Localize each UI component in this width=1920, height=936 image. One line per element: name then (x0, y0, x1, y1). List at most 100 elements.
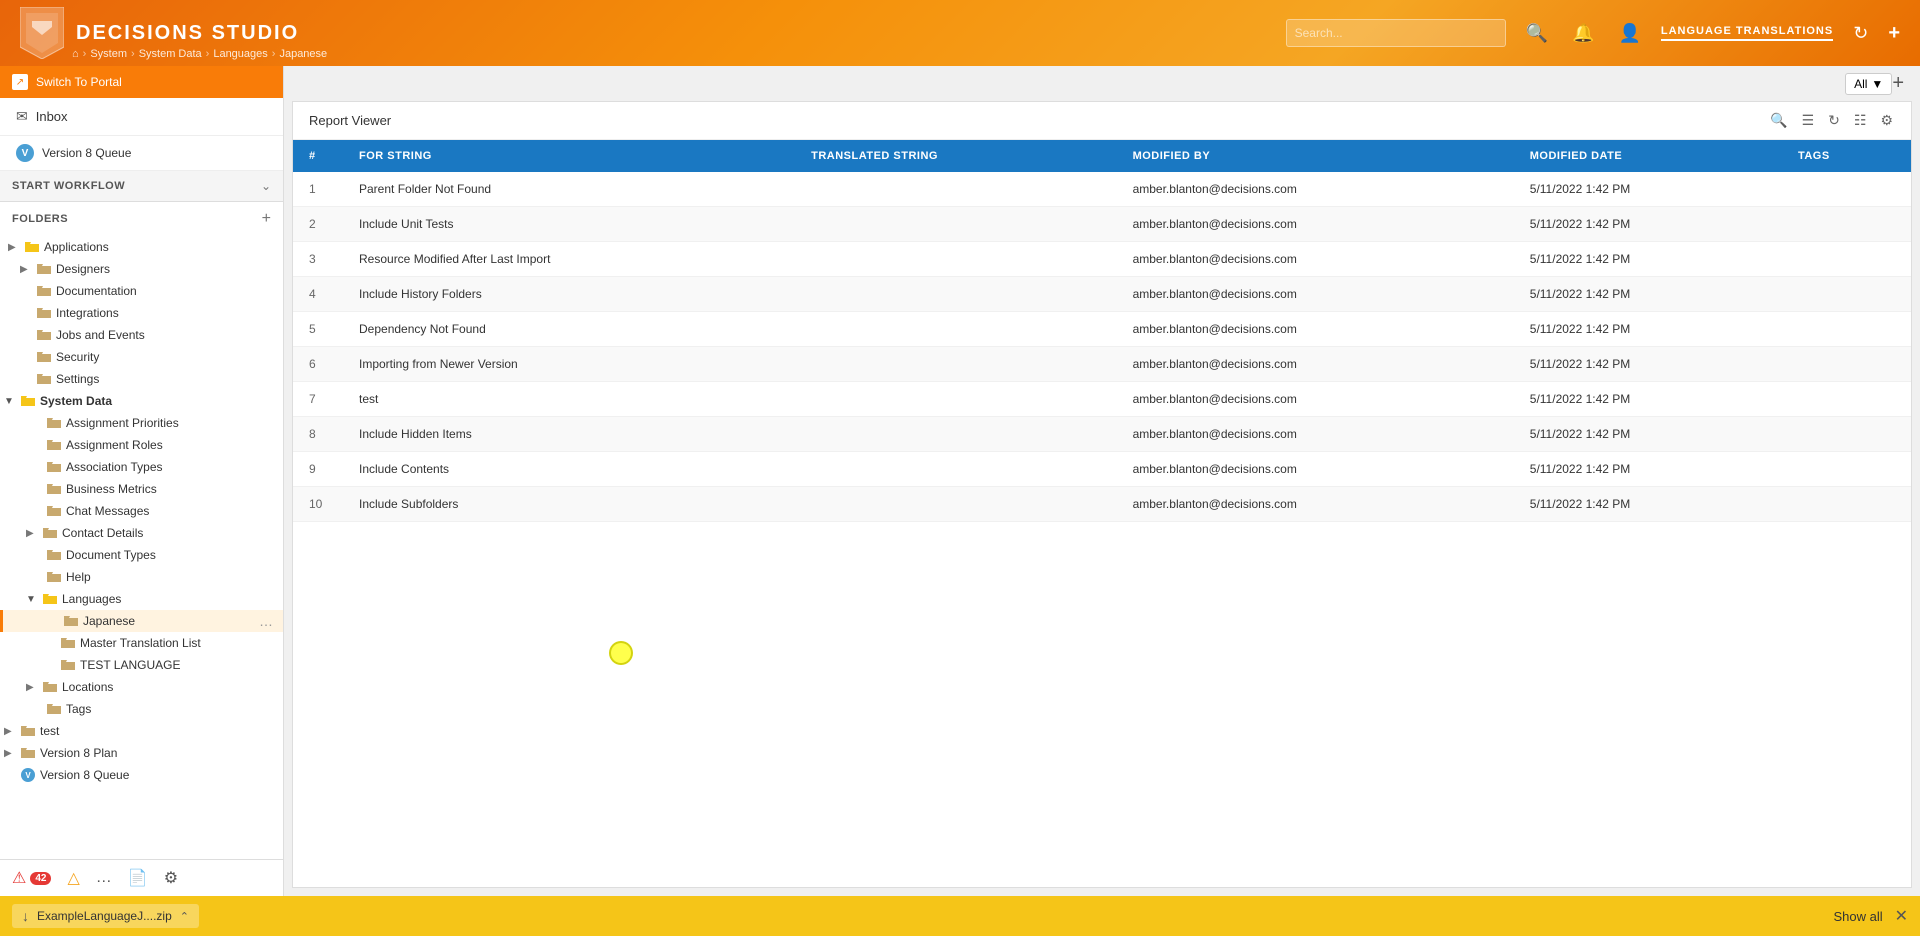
breadcrumb-languages[interactable]: Languages (213, 48, 267, 60)
table-row[interactable]: 3 Resource Modified After Last Import am… (293, 242, 1911, 277)
search-icon-btn[interactable]: 🔍 (1522, 19, 1552, 48)
show-all-button[interactable]: Show all (1833, 909, 1882, 924)
report-header-bar: Report Viewer 🔍 ☰ ↻ ☷ ⚙ (293, 102, 1911, 140)
chevron-down-icon: ▼ (26, 594, 38, 605)
refresh-icon-btn[interactable]: ↻ (1849, 19, 1872, 48)
sidebar-item-assignment-priorities[interactable]: ▶ Assignment Priorities (0, 412, 283, 434)
gear-icon: ⚙ (164, 868, 178, 888)
breadcrumb-system-data[interactable]: System Data (139, 48, 202, 60)
sidebar-item-japanese[interactable]: ▶ Japanese … (0, 610, 283, 632)
report-settings-button[interactable]: ⚙ (1878, 110, 1895, 131)
sidebar-item-assignment-roles[interactable]: ▶ Assignment Roles (0, 434, 283, 456)
add-content-button[interactable]: + (1888, 22, 1900, 45)
col-num: # (293, 140, 343, 172)
table-row[interactable]: 4 Include History Folders amber.blanton@… (293, 277, 1911, 312)
cell-num: 7 (293, 382, 343, 417)
sidebar-item-version8queue[interactable]: ▶ V Version 8 Queue (0, 764, 283, 786)
more-options-button[interactable]: … (255, 613, 277, 629)
warning-button[interactable]: △ (67, 868, 79, 888)
report-refresh-button[interactable]: ↻ (1826, 110, 1842, 131)
sidebar-item-test[interactable]: ▶ test (0, 720, 283, 742)
cell-for-string: Include Unit Tests (343, 207, 795, 242)
sidebar-item-jobs-events-label: Jobs and Events (56, 328, 275, 342)
sidebar-item-locations[interactable]: ▶ Locations (0, 676, 283, 698)
sidebar-item-integrations[interactable]: ▶ Integrations (0, 302, 283, 324)
sidebar-item-test-language[interactable]: ▶ TEST LANGUAGE (0, 654, 283, 676)
inbox-item[interactable]: ✉ Inbox (0, 98, 283, 136)
warning-icon: △ (67, 868, 79, 888)
table-row[interactable]: 9 Include Contents amber.blanton@decisio… (293, 452, 1911, 487)
switch-to-portal-button[interactable]: ↗ Switch To Portal (0, 66, 283, 98)
cell-num: 10 (293, 487, 343, 522)
sidebar-item-test-language-label: TEST LANGUAGE (80, 658, 275, 672)
breadcrumb-home[interactable]: ⌂ (72, 48, 79, 60)
sidebar-item-languages[interactable]: ▼ Languages (0, 588, 283, 610)
sidebar-item-help[interactable]: ▶ Help (0, 566, 283, 588)
user-icon-btn[interactable]: 👤 (1614, 19, 1644, 48)
start-workflow-bar[interactable]: START WORKFLOW ⌄ (0, 171, 283, 202)
cell-translated-string (795, 487, 1116, 522)
sidebar-item-applications[interactable]: ▶ Applications (0, 236, 283, 258)
settings-button[interactable]: ⚙ (164, 868, 178, 888)
chevron-right-icon: ▶ (26, 682, 38, 693)
table-row[interactable]: 6 Importing from Newer Version amber.bla… (293, 347, 1911, 382)
chevron-up-icon: ⌃ (180, 910, 189, 923)
cell-translated-string (795, 417, 1116, 452)
sidebar-item-tags[interactable]: ▶ Tags (0, 698, 283, 720)
report-filter-button[interactable]: ☰ (1800, 110, 1817, 131)
table-row[interactable]: 1 Parent Folder Not Found amber.blanton@… (293, 172, 1911, 207)
table-row[interactable]: 8 Include Hidden Items amber.blanton@dec… (293, 417, 1911, 452)
notification-bell-icon[interactable]: 🔔 (1568, 19, 1598, 48)
cell-tags (1782, 207, 1911, 242)
language-translations-button[interactable]: LANGUAGE TRANSLATIONS (1661, 25, 1833, 41)
sidebar-item-designers-label: Designers (56, 262, 275, 276)
sidebar-item-business-metrics[interactable]: ▶ Business Metrics (0, 478, 283, 500)
sidebar-item-system-data[interactable]: ▼ System Data (0, 390, 283, 412)
sidebar-item-chat-messages[interactable]: ▶ Chat Messages (0, 500, 283, 522)
chat-button[interactable]: … (96, 869, 112, 887)
cell-modified-date: 5/11/2022 1:42 PM (1514, 452, 1782, 487)
chevron-right-icon: ▶ (4, 748, 16, 759)
breadcrumb-system[interactable]: System (90, 48, 127, 60)
cell-modified-date: 5/11/2022 1:42 PM (1514, 242, 1782, 277)
cell-tags (1782, 487, 1911, 522)
sidebar-item-master-translation[interactable]: ▶ Master Translation List (0, 632, 283, 654)
error-count-button[interactable]: ⚠ 42 (12, 868, 51, 888)
sidebar-item-security[interactable]: ▶ Security (0, 346, 283, 368)
cell-for-string: Importing from Newer Version (343, 347, 795, 382)
sidebar-item-documentation[interactable]: ▶ Documentation (0, 280, 283, 302)
sidebar-item-designers[interactable]: ▶ Designers (0, 258, 283, 280)
switch-portal-label: Switch To Portal (36, 75, 122, 89)
cell-modified-by: amber.blanton@decisions.com (1117, 487, 1514, 522)
cell-modified-by: amber.blanton@decisions.com (1117, 277, 1514, 312)
sidebar-item-contact-details[interactable]: ▶ Contact Details (0, 522, 283, 544)
document-button[interactable]: 📄 (128, 868, 148, 888)
version-queue-item[interactable]: V Version 8 Queue (0, 136, 283, 171)
sidebar-item-document-types[interactable]: ▶ Document Types (0, 544, 283, 566)
dropdown-arrow-icon: ▼ (1871, 77, 1883, 91)
sidebar-item-association-types[interactable]: ▶ Association Types (0, 456, 283, 478)
sidebar-item-jobs-events[interactable]: ▶ Jobs and Events (0, 324, 283, 346)
sidebar-item-version8plan[interactable]: ▶ Version 8 Plan (0, 742, 283, 764)
folder-icon (47, 549, 61, 561)
download-item[interactable]: ↓ ExampleLanguageJ....zip ⌃ (12, 904, 199, 928)
report-search-button[interactable]: 🔍 (1768, 110, 1789, 131)
sidebar-item-documentation-label: Documentation (56, 284, 275, 298)
table-row[interactable]: 7 test amber.blanton@decisions.com 5/11/… (293, 382, 1911, 417)
table-row[interactable]: 10 Include Subfolders amber.blanton@deci… (293, 487, 1911, 522)
table-header: # FOR STRING TRANSLATED STRING MODIFIED … (293, 140, 1911, 172)
add-folder-button[interactable]: + (262, 210, 271, 228)
cell-modified-date: 5/11/2022 1:42 PM (1514, 487, 1782, 522)
header-search-input[interactable] (1286, 19, 1506, 47)
col-tags: TAGS (1782, 140, 1911, 172)
all-filter-dropdown[interactable]: All ▼ (1845, 73, 1892, 95)
table-row[interactable]: 2 Include Unit Tests amber.blanton@decis… (293, 207, 1911, 242)
report-columns-button[interactable]: ☷ (1852, 110, 1869, 131)
breadcrumb-japanese[interactable]: Japanese (279, 48, 327, 60)
report-toolbar-icons: 🔍 ☰ ↻ ☷ ⚙ (1768, 110, 1895, 131)
sidebar-item-settings[interactable]: ▶ Settings (0, 368, 283, 390)
all-filter-label: All (1854, 77, 1867, 91)
add-item-button[interactable]: + (1892, 72, 1904, 95)
close-download-bar-button[interactable]: ✕ (1895, 906, 1908, 926)
table-row[interactable]: 5 Dependency Not Found amber.blanton@dec… (293, 312, 1911, 347)
